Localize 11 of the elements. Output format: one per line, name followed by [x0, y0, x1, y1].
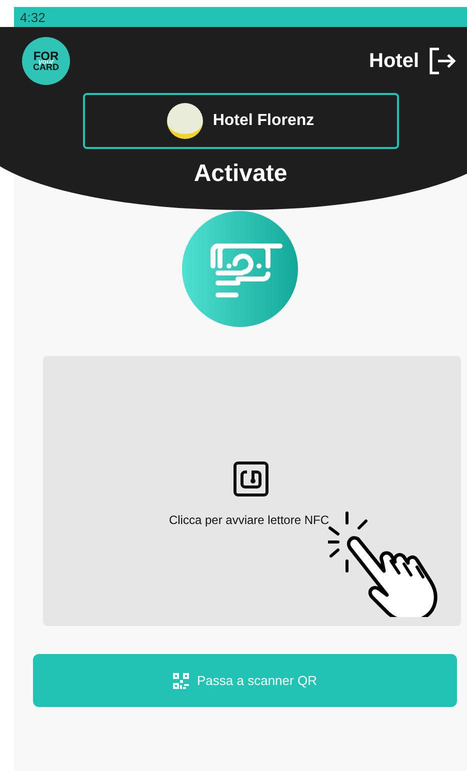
- nfc-icon: [232, 461, 268, 497]
- page-title: Activate: [194, 160, 288, 188]
- nfc-panel[interactable]: Clicca per avviare lettore NFC: [43, 356, 461, 626]
- status-time: 4:32: [20, 10, 46, 24]
- qr-code-icon: [173, 672, 190, 688]
- header-title: Hotel: [369, 50, 419, 72]
- logout-icon[interactable]: [427, 46, 457, 76]
- nfc-hint: Clicca per avviare lettore NFC: [168, 513, 330, 527]
- hotel-logo-placeholder: [166, 103, 203, 139]
- hotel-selector[interactable]: Hotel Florenz: [82, 93, 398, 149]
- banknote-icon: [182, 211, 298, 327]
